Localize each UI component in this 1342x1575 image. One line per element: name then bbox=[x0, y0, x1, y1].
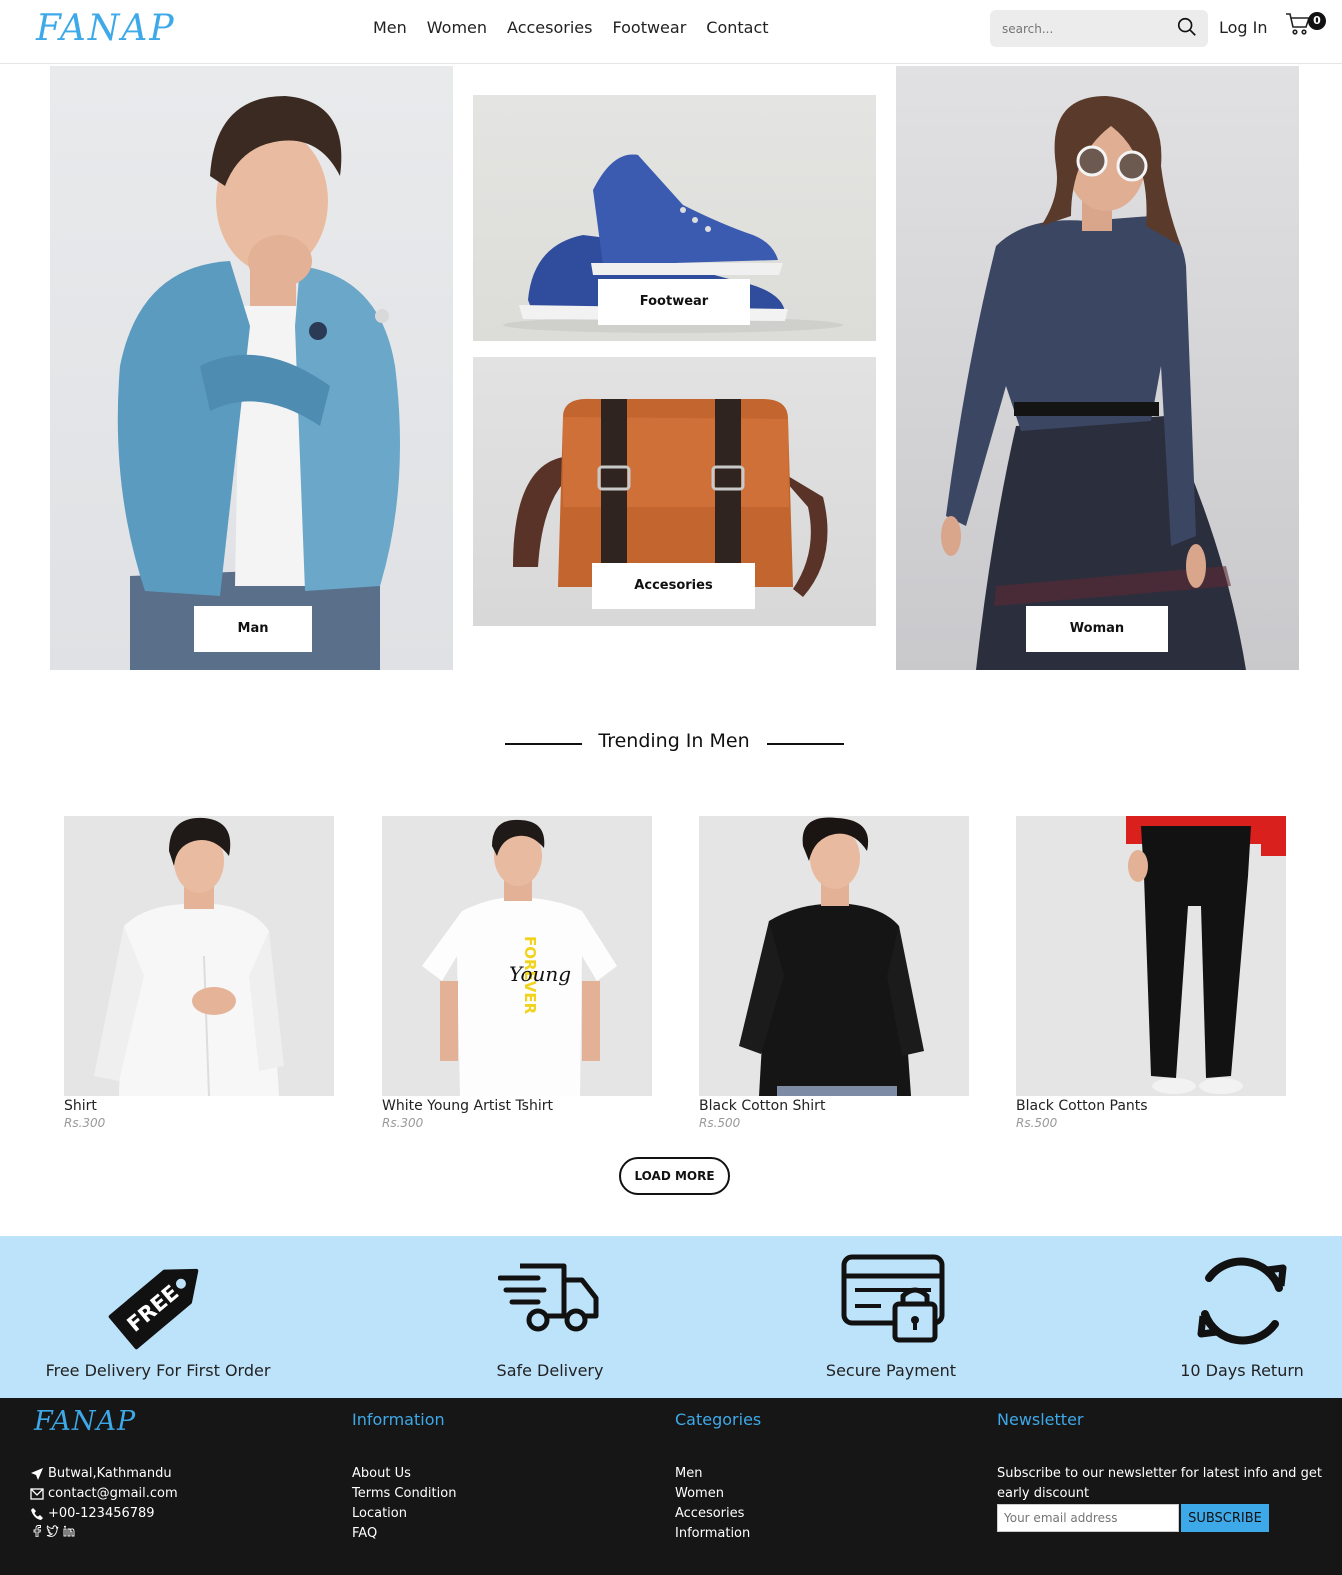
product-image[interactable] bbox=[699, 816, 969, 1096]
footer-categories-links: Men Women Accesories Information bbox=[675, 1464, 750, 1544]
search-input[interactable] bbox=[1002, 19, 1172, 39]
footer-phone-row: +00-123456789 bbox=[30, 1504, 178, 1524]
footer-address: Butwal,Kathmandu bbox=[48, 1466, 172, 1481]
footer-categories-title: Categories bbox=[675, 1410, 762, 1429]
footer-logo[interactable]: FANAP bbox=[34, 1406, 136, 1437]
main-nav: Men Women Accesories Footwear Contact bbox=[373, 18, 769, 37]
return-cycle-icon bbox=[1197, 1257, 1287, 1345]
nav-contact[interactable]: Contact bbox=[706, 18, 768, 37]
product-price: Rs.500 bbox=[1016, 1116, 1058, 1130]
nav-men[interactable]: Men bbox=[373, 18, 407, 37]
mail-icon bbox=[30, 1488, 44, 1500]
secure-card-icon bbox=[841, 1254, 945, 1343]
hero-man-card[interactable]: Man bbox=[50, 66, 453, 670]
hero-accesories-card[interactable]: Accesories bbox=[473, 357, 876, 626]
product-price: Rs.300 bbox=[382, 1116, 424, 1130]
footer-link-faq[interactable]: FAQ bbox=[352, 1524, 456, 1544]
feature-label: Safe Delivery bbox=[496, 1361, 604, 1380]
hero-woman-label[interactable]: Woman bbox=[1026, 606, 1168, 652]
man-photo bbox=[117, 96, 400, 670]
login-link[interactable]: Log In bbox=[1219, 18, 1268, 37]
footer-phone[interactable]: +00-123456789 bbox=[48, 1504, 155, 1524]
features-band: FREE Free Delivery For First Order Safe … bbox=[0, 1236, 1342, 1398]
product-image[interactable] bbox=[1016, 816, 1286, 1096]
product-image[interactable]: FOREVER Young bbox=[382, 816, 652, 1096]
footer-link-location[interactable]: Location bbox=[352, 1504, 456, 1524]
black-shirt-photo bbox=[739, 817, 924, 1096]
free-tag-icon: FREE bbox=[108, 1268, 199, 1350]
black-pants-photo bbox=[1126, 816, 1286, 1094]
hero-accesories-label[interactable]: Accesories bbox=[592, 563, 755, 609]
footer-information-links: About Us Terms Condition Location FAQ bbox=[352, 1464, 456, 1544]
linkedin-icon[interactable] bbox=[63, 1525, 75, 1537]
footer-newsletter-title: Newsletter bbox=[997, 1410, 1084, 1429]
nav-women[interactable]: Women bbox=[427, 18, 487, 37]
product-card[interactable]: Black Cotton Pants Rs.500 bbox=[1016, 816, 1286, 1130]
social-links bbox=[30, 1525, 178, 1537]
hero-footwear-card[interactable]: Footwear bbox=[473, 95, 876, 341]
delivery-truck-icon bbox=[498, 1263, 599, 1332]
footer-link-about-us[interactable]: About Us bbox=[352, 1464, 456, 1484]
feature-label: Secure Payment bbox=[825, 1361, 957, 1380]
footer-category-men[interactable]: Men bbox=[675, 1464, 750, 1484]
feature-label: 10 Days Return bbox=[1180, 1361, 1304, 1380]
nav-footwear[interactable]: Footwear bbox=[612, 18, 686, 37]
white-tshirt-photo: FOREVER Young bbox=[422, 819, 617, 1096]
search-icon[interactable] bbox=[1176, 16, 1198, 38]
cart-icon[interactable] bbox=[1285, 12, 1311, 36]
footer-email[interactable]: contact@gmail.com bbox=[48, 1484, 178, 1504]
product-price: Rs.500 bbox=[699, 1116, 741, 1130]
product-name[interactable]: Black Cotton Shirt bbox=[699, 1098, 969, 1114]
load-more-button[interactable]: LOAD MORE bbox=[619, 1157, 730, 1195]
search-box bbox=[990, 10, 1208, 47]
footer-address-row: Butwal,Kathmandu bbox=[30, 1464, 178, 1484]
product-card[interactable]: FOREVER Young White Young Artist Tshirt … bbox=[382, 816, 652, 1130]
site-logo[interactable]: FANAP bbox=[36, 8, 176, 49]
product-name[interactable]: Shirt bbox=[64, 1098, 334, 1114]
tshirt-print-young: Young bbox=[509, 962, 571, 986]
trending-title: Trending In Men bbox=[598, 730, 750, 752]
woman-photo bbox=[941, 96, 1246, 670]
cart-count-badge: 0 bbox=[1308, 12, 1326, 30]
site-header: FANAP Men Women Accesories Footwear Cont… bbox=[0, 0, 1342, 64]
product-card[interactable]: Black Cotton Shirt Rs.500 bbox=[699, 816, 969, 1130]
location-arrow-icon bbox=[31, 1468, 43, 1480]
hero-man-label[interactable]: Man bbox=[194, 606, 312, 652]
feature-label: Free Delivery For First Order bbox=[45, 1361, 271, 1380]
newsletter-email-input[interactable] bbox=[997, 1504, 1179, 1532]
product-name[interactable]: White Young Artist Tshirt bbox=[382, 1098, 652, 1114]
product-price: Rs.300 bbox=[64, 1116, 106, 1130]
hero-footwear-label[interactable]: Footwear bbox=[598, 279, 750, 325]
twitter-icon[interactable] bbox=[46, 1525, 59, 1537]
footer-category-information[interactable]: Information bbox=[675, 1524, 750, 1544]
nav-accesories[interactable]: Accesories bbox=[507, 18, 592, 37]
product-image[interactable] bbox=[64, 816, 334, 1096]
subscribe-button[interactable]: SUBSCRIBE bbox=[1181, 1504, 1269, 1532]
trend-divider-right bbox=[767, 743, 844, 745]
phone-icon bbox=[31, 1508, 43, 1520]
footer-link-terms[interactable]: Terms Condition bbox=[352, 1484, 456, 1504]
white-shirt-photo bbox=[94, 817, 284, 1096]
newsletter-description: Subscribe to our newsletter for latest i… bbox=[997, 1466, 1322, 1501]
footer-information-title: Information bbox=[352, 1410, 445, 1429]
hero-woman-card[interactable]: Woman bbox=[896, 66, 1299, 670]
footer-email-row: contact@gmail.com bbox=[30, 1484, 178, 1504]
product-name[interactable]: Black Cotton Pants bbox=[1016, 1098, 1286, 1114]
product-card[interactable]: Shirt Rs.300 bbox=[64, 816, 334, 1130]
footer-contact: Butwal,Kathmandu contact@gmail.com +00-1… bbox=[30, 1464, 178, 1537]
footer-category-women[interactable]: Women bbox=[675, 1484, 750, 1504]
facebook-icon[interactable] bbox=[32, 1525, 42, 1537]
footer-category-accesories[interactable]: Accesories bbox=[675, 1504, 750, 1524]
site-footer: FANAP Butwal,Kathmandu contact@gmail.com… bbox=[0, 1398, 1342, 1575]
